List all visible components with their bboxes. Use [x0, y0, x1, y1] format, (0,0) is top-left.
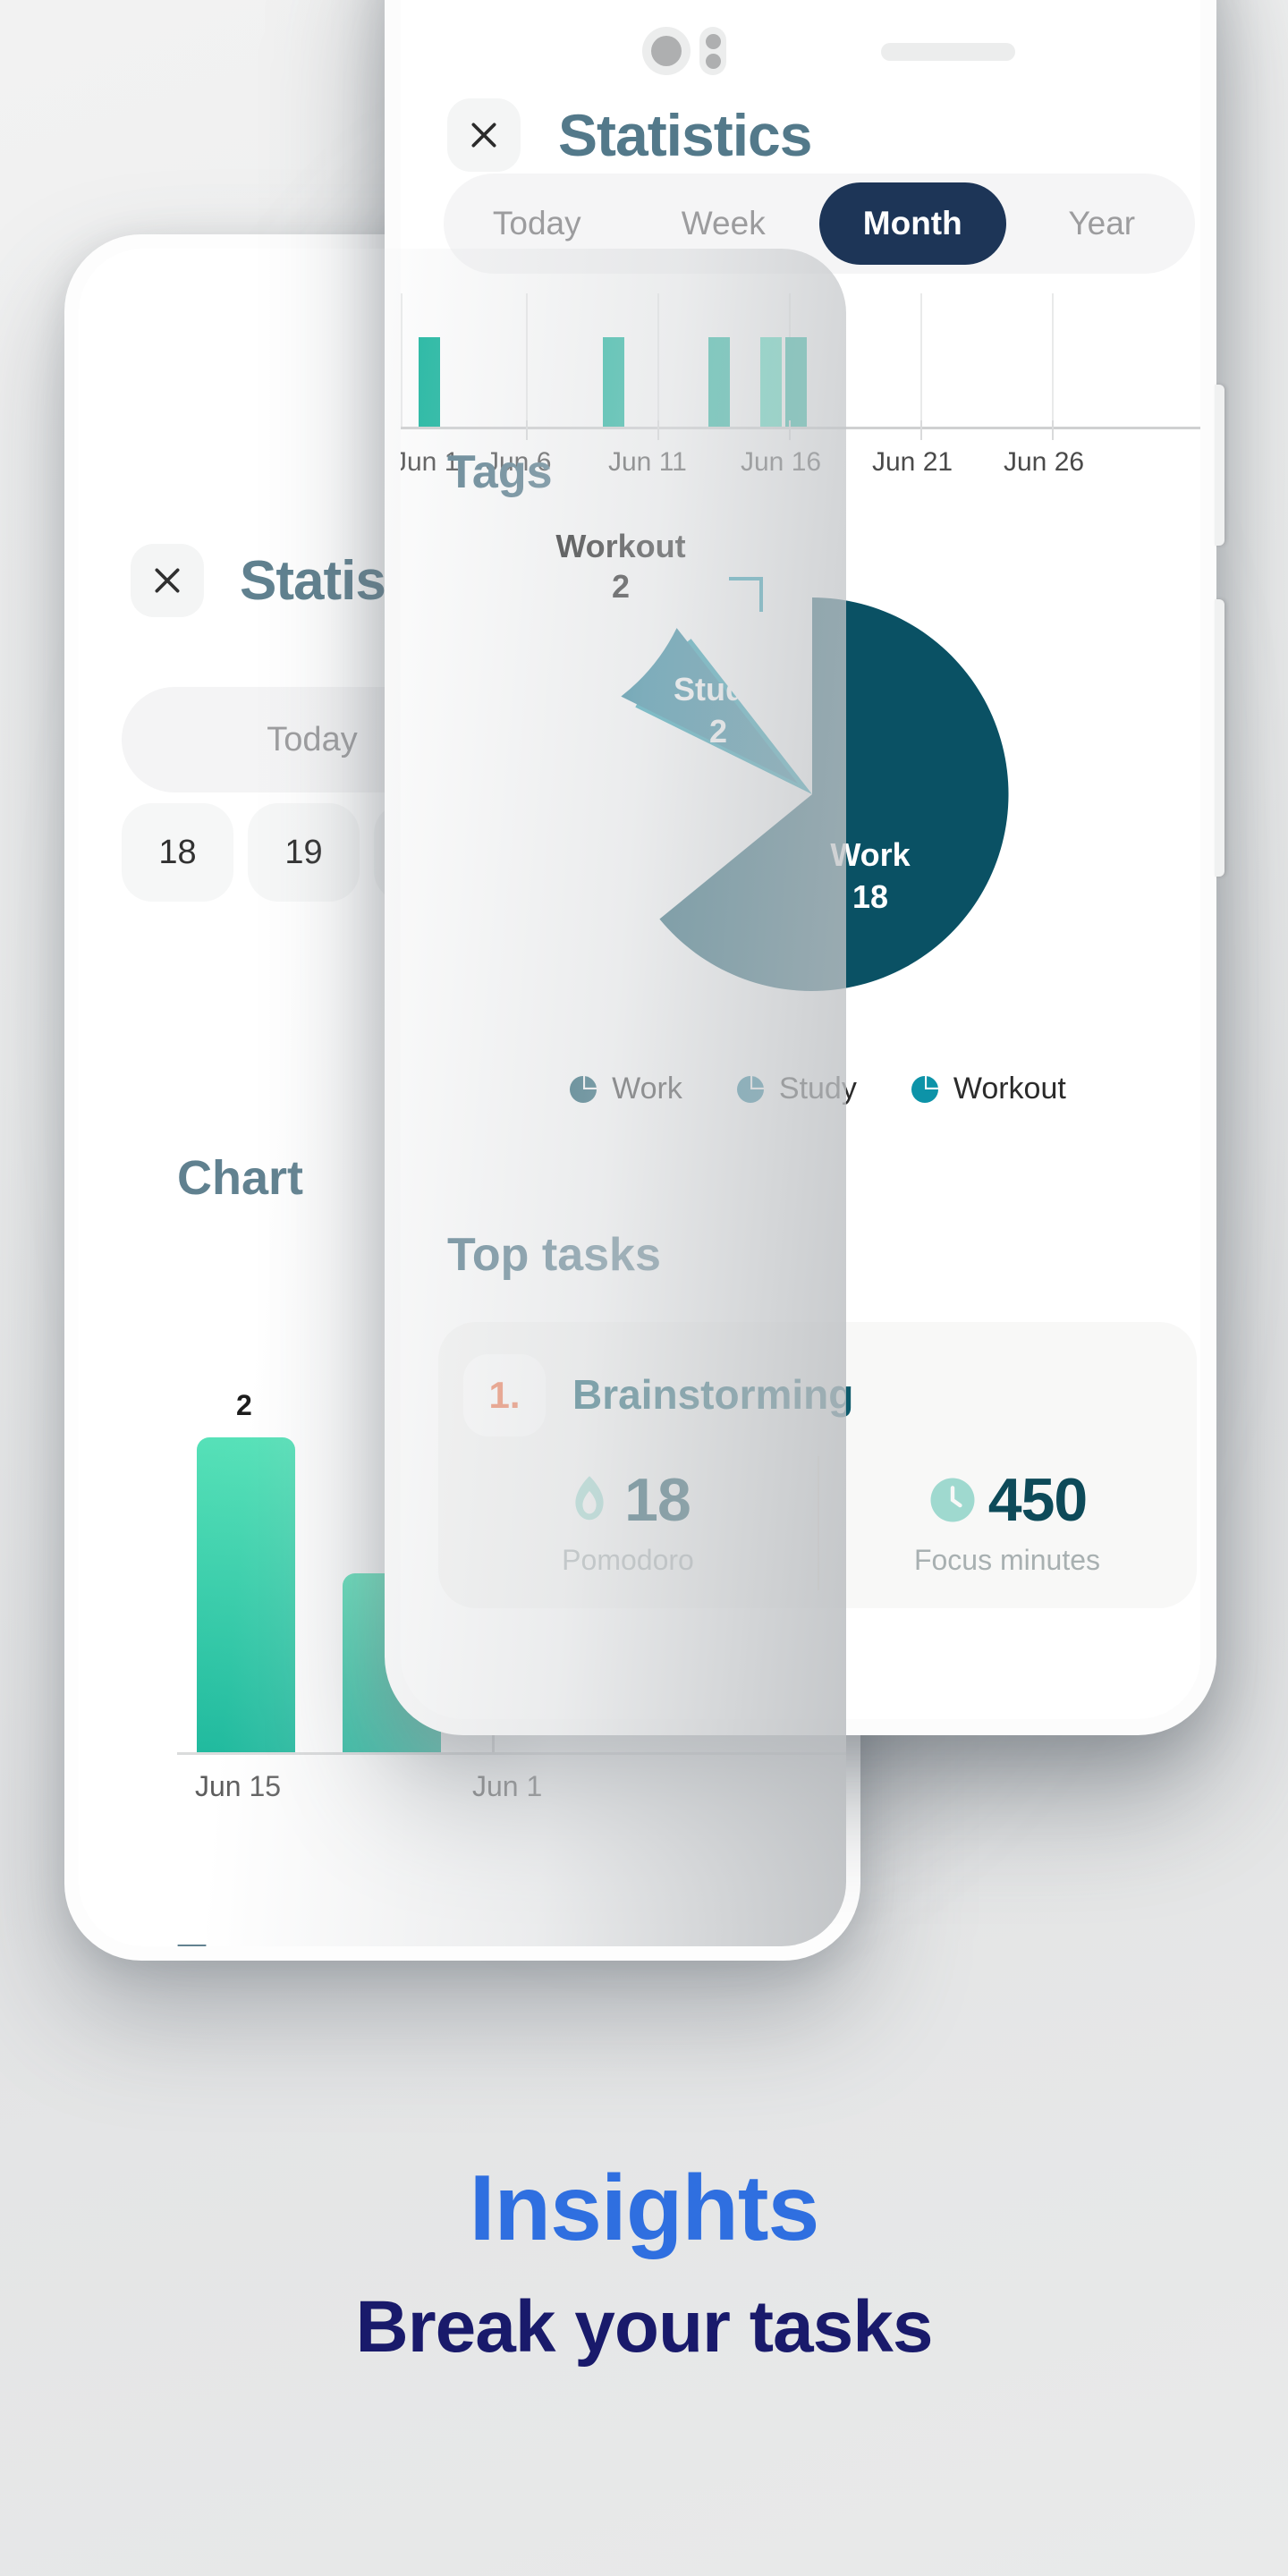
calendar-day[interactable]: 18: [122, 803, 233, 902]
statistics-header: Statistics: [447, 98, 812, 172]
chart-gridline: [657, 293, 659, 429]
task-rank-badge: 1.: [463, 1354, 546, 1436]
sensor-dots-icon: [699, 27, 726, 75]
axis-tick: [657, 420, 659, 440]
camera-lens-icon: [642, 27, 691, 75]
volume-up-button[interactable]: [1215, 385, 1224, 546]
calendar-day[interactable]: 19: [248, 803, 360, 902]
task-metrics: 18 Pomodoro 450 Focus minutes: [438, 1465, 1197, 1577]
clock-icon: [930, 1478, 975, 1522]
bar-value-label: 2: [236, 1389, 252, 1421]
task-name: Brainstorming: [572, 1371, 854, 1418]
page-title: Statist: [240, 549, 403, 612]
chart-axis: [177, 1752, 846, 1755]
background-phone-header: Statist: [131, 544, 403, 617]
earpiece-speaker: [881, 43, 1015, 61]
bar: [785, 337, 807, 427]
metric-focus-minutes: 450 Focus minutes: [818, 1465, 1197, 1577]
x-axis-tick-label: Jun 16: [741, 447, 822, 477]
close-icon: [155, 568, 180, 593]
legend-item-study[interactable]: Study: [734, 1072, 857, 1106]
flame-icon: [575, 1476, 604, 1521]
tags-section-title: Tags: [447, 446, 553, 498]
page-title: Statistics: [558, 102, 812, 168]
legend-label: Work: [612, 1072, 682, 1106]
metric-caption: Pomodoro: [562, 1544, 694, 1576]
top-task-card[interactable]: 1. Brainstorming 18 Pomodoro 450 Focus m…: [438, 1322, 1197, 1608]
pie-slice-work: [659, 597, 1009, 991]
legend-item-work[interactable]: Work: [567, 1072, 682, 1106]
pie-chart-legend: Work Study Workout: [401, 1072, 1200, 1106]
pie-slice-icon: [911, 1075, 938, 1103]
chart-section-title: Chart: [177, 1151, 304, 1205]
chart-gridline: [526, 293, 528, 429]
close-button[interactable]: [447, 98, 521, 172]
marketing-subheadline: Break your tasks: [355, 2286, 934, 2368]
legend-label: Study: [778, 1072, 857, 1106]
metric-value: 450: [987, 1466, 1088, 1534]
x-axis-tick-label: Jun 21: [872, 447, 953, 477]
chart-gridline: [1052, 293, 1054, 429]
pie-label-work: Work 18: [830, 836, 911, 915]
pie-slice-icon: [736, 1075, 764, 1103]
pie-slice-icon: [570, 1075, 597, 1103]
close-icon: [471, 123, 496, 148]
axis-tick: [526, 420, 528, 440]
tab-month[interactable]: Month: [819, 182, 1006, 265]
x-axis-tick-label: Jun 26: [1004, 447, 1085, 477]
pie-label-workout: Workout 2: [555, 528, 686, 605]
chart-gridline: [401, 293, 402, 429]
metric-value: 18: [624, 1466, 691, 1534]
bar: [603, 337, 624, 427]
pie-chart-svg: [621, 577, 1009, 991]
front-camera-cutout: [642, 27, 726, 75]
tab-week[interactable]: Week: [631, 205, 818, 242]
period-tab-bar[interactable]: Today Week Month Year: [444, 174, 1195, 274]
foreground-phone-mockup: Statistics Today Week Month Year un 1 Ju…: [385, 0, 1224, 1735]
x-axis-tick-label: Jun 11: [608, 447, 687, 477]
top-tasks-section-title: Top tasks: [447, 1229, 661, 1281]
chart-gridline: [920, 293, 922, 429]
metric-caption: Focus minutes: [913, 1544, 1101, 1576]
x-axis-tick-label: Jun 1: [472, 1770, 543, 1802]
bar: [760, 337, 782, 427]
bar: [708, 337, 730, 427]
bar: [197, 1437, 295, 1752]
legend-item-workout[interactable]: Workout: [909, 1072, 1066, 1106]
close-button[interactable]: [131, 544, 204, 617]
tags-section-title: Tags: [177, 1934, 286, 1946]
bar: [419, 337, 440, 427]
chart-axis: [401, 427, 1200, 429]
pie-label-study: Study 2: [673, 671, 763, 750]
axis-tick: [789, 420, 791, 440]
tab-today[interactable]: Today: [444, 205, 631, 242]
leader-line: [729, 577, 763, 612]
foreground-phone-screen: Statistics Today Week Month Year un 1 Ju…: [401, 0, 1200, 1719]
axis-tick: [1052, 420, 1054, 440]
tab-year[interactable]: Year: [1009, 205, 1196, 242]
x-axis-tick-label: Jun 15: [195, 1770, 282, 1802]
axis-tick: [920, 420, 922, 440]
volume-down-button[interactable]: [1215, 599, 1224, 877]
legend-label: Workout: [953, 1072, 1066, 1106]
metric-pomodoro: 18 Pomodoro: [438, 1465, 818, 1577]
tags-pie-chart: Workout 2 Study 2 Work 18: [401, 528, 1200, 1036]
marketing-headline: Insights: [469, 2157, 820, 2260]
